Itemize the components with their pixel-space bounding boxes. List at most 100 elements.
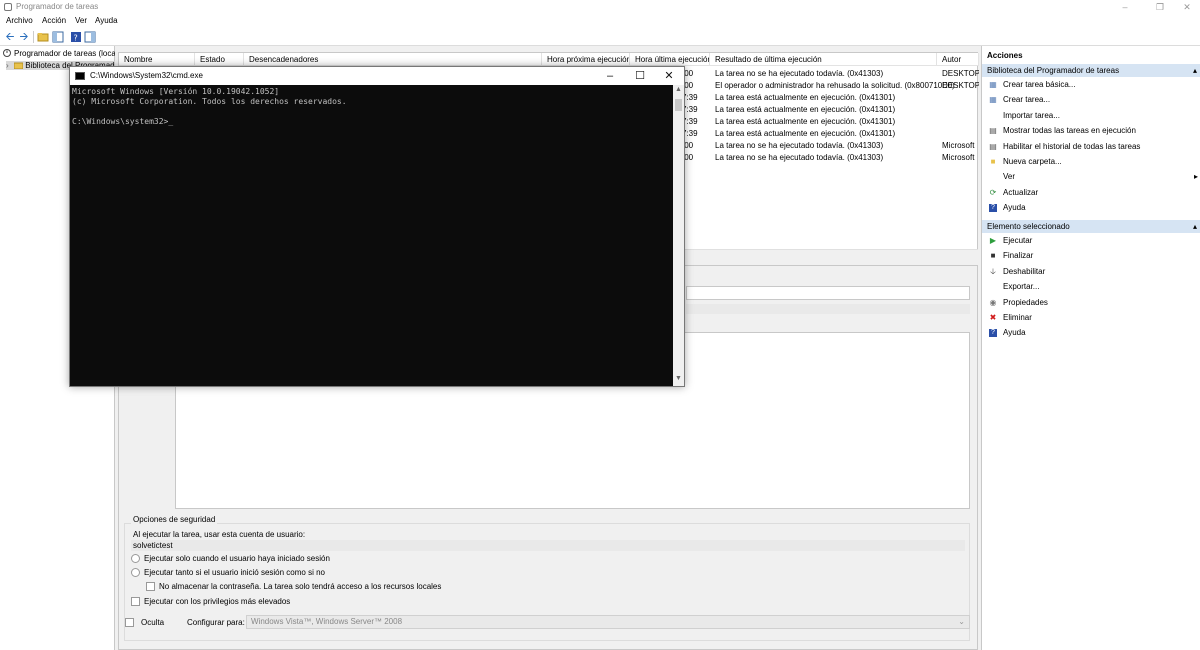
scroll-up-icon[interactable]: ▲	[675, 86, 682, 93]
minimize-button[interactable]: –	[1110, 0, 1140, 14]
action-item[interactable]: ⟳ Actualizar	[982, 186, 1200, 200]
maximize-button[interactable]: ❐	[1145, 0, 1175, 14]
actions-pane: Acciones Biblioteca del Programador de t…	[981, 46, 1200, 650]
highest-privileges-checkbox[interactable]	[131, 597, 140, 606]
column-header-triggers[interactable]: Desencadenadores	[244, 53, 542, 66]
action-item[interactable]: 🡣 Deshabilitar	[982, 265, 1200, 279]
action-item[interactable]: ▦ Crear tarea básica...	[982, 78, 1200, 92]
author-cell: Microsoft	[942, 153, 975, 162]
help-icon: ?	[989, 329, 997, 338]
back-arrow-icon[interactable]: 🡨	[4, 31, 16, 43]
cmd-window[interactable]: C:\Windows\System32\cmd.exe – ☐ ✕ Micros…	[69, 66, 685, 387]
column-header-last-result[interactable]: Resultado de última ejecución	[710, 53, 937, 66]
action-item[interactable]: ? Ayuda	[982, 326, 1200, 340]
cmd-title: C:\Windows\System32\cmd.exe	[90, 71, 203, 80]
run-whether-logged-on-radio[interactable]	[131, 568, 140, 577]
clock-icon	[3, 49, 12, 57]
author-cell: DESKTOP-	[942, 81, 979, 90]
action-label: Propiedades	[1003, 297, 1048, 307]
new-folder-icon: ■	[990, 157, 996, 166]
action-item[interactable]: Importar tarea...	[982, 109, 1200, 123]
properties-icon: ◉	[989, 297, 997, 307]
action-item[interactable]: Ver ▸	[982, 170, 1200, 184]
collapse-icon[interactable]: ▴	[1193, 220, 1197, 233]
column-header-author[interactable]: Autor	[937, 53, 979, 66]
column-header-status[interactable]: Estado	[195, 53, 244, 66]
submenu-arrow-icon: ▸	[1193, 172, 1198, 182]
svg-text:?: ?	[74, 34, 78, 43]
cmd-title-bar[interactable]: C:\Windows\System32\cmd.exe – ☐ ✕	[70, 67, 684, 85]
menu-archivo[interactable]: Archivo	[6, 16, 33, 25]
collapse-icon[interactable]: ▴	[1193, 64, 1197, 77]
cmd-close-button[interactable]: ✕	[654, 67, 684, 85]
cmd-line-version: Microsoft Windows [Versión 10.0.19042.10…	[72, 87, 280, 96]
cmd-console-output[interactable]: Microsoft Windows [Versión 10.0.19042.10…	[72, 87, 347, 127]
menu-ayuda[interactable]: Ayuda	[95, 16, 118, 25]
action-label: Ejecutar	[1003, 236, 1033, 245]
cmd-scrollbar[interactable]: ▲ ▼	[673, 85, 684, 386]
refresh-icon: ⟳	[989, 187, 997, 197]
tree-item-root[interactable]: Programador de tareas (local	[3, 49, 115, 58]
last-result-cell: La tarea no se ha ejecutado todavía. (0x…	[715, 153, 884, 162]
configure-for-select[interactable]: Windows Vista™, Windows Server™ 2008 ⌄	[246, 615, 970, 629]
hidden-label: Oculta	[141, 618, 165, 627]
action-label: Importar tarea...	[1003, 110, 1060, 120]
action-item[interactable]: ? Ayuda	[982, 201, 1200, 215]
actions-section-library-label: Biblioteca del Programador de tareas	[987, 66, 1120, 75]
folder-icon	[13, 61, 24, 70]
create-basic-task-icon: ▦	[989, 80, 997, 89]
configure-for-value: Windows Vista™, Windows Server™ 2008	[251, 617, 403, 626]
show-hide-tree-icon[interactable]	[52, 31, 64, 43]
action-item[interactable]: Exportar...	[982, 280, 1200, 294]
last-result-cell: La tarea no se ha ejecutado todavía. (0x…	[715, 141, 884, 150]
menu-accion[interactable]: Acción	[42, 16, 66, 25]
security-options-label: Opciones de seguridad	[131, 515, 218, 524]
column-header-last-run[interactable]: Hora última ejecución	[630, 53, 710, 66]
running-tasks-icon: ▤	[989, 126, 997, 136]
column-header-name[interactable]: Nombre	[119, 53, 195, 66]
action-item[interactable]: ▤ Mostrar todas las tareas en ejecución	[982, 124, 1200, 138]
menu-ver[interactable]: Ver	[75, 16, 87, 25]
do-not-store-password-checkbox[interactable]	[146, 582, 155, 591]
action-item[interactable]: ▤ Habilitar el historial de todas las tar…	[982, 140, 1200, 154]
help-icon[interactable]: ?	[70, 31, 82, 43]
actions-section-selected[interactable]: Elemento seleccionado ▴	[982, 220, 1200, 233]
action-item[interactable]: ✖ Eliminar	[982, 311, 1200, 325]
last-result-cell: La tarea no se ha ejecutado todavía. (0x…	[715, 69, 884, 78]
forward-arrow-icon[interactable]: 🡪	[18, 31, 30, 43]
delete-icon: ✖	[989, 313, 997, 322]
help-icon: ?	[989, 204, 997, 213]
close-button[interactable]: ✕	[1172, 0, 1200, 14]
column-header-next-run[interactable]: Hora próxima ejecución	[542, 53, 630, 66]
run-only-logged-on-label: Ejecutar solo cuando el usuario haya ini…	[144, 554, 330, 563]
chevron-down-icon: ⌄	[958, 617, 965, 626]
actions-section-library[interactable]: Biblioteca del Programador de tareas ▴	[982, 64, 1200, 77]
detail-field-2	[686, 304, 970, 314]
cmd-scrollbar-thumb[interactable]	[675, 99, 682, 111]
action-item[interactable]: ▦ Crear tarea...	[982, 93, 1200, 107]
toolbar: 🡨 🡪 ?	[0, 28, 1200, 46]
run-as-label: Al ejecutar la tarea, usar esta cuenta d…	[133, 530, 306, 539]
cmd-maximize-button[interactable]: ☐	[625, 67, 655, 85]
action-label: Eliminar	[1003, 313, 1032, 322]
folder-up-icon[interactable]	[37, 31, 49, 43]
scroll-down-icon[interactable]: ▼	[675, 375, 682, 382]
menu-bar: Archivo Acción Ver Ayuda	[0, 14, 1200, 28]
create-task-icon: ▦	[989, 95, 997, 105]
action-item[interactable]: ■ Nueva carpeta...	[982, 155, 1200, 169]
app-icon	[4, 3, 12, 11]
properties-pane-icon[interactable]	[84, 31, 96, 43]
action-label: Exportar...	[1003, 282, 1040, 292]
toolbar-divider	[33, 31, 34, 43]
action-item[interactable]: ▶ Ejecutar	[982, 234, 1200, 248]
action-item[interactable]: ◉ Propiedades	[982, 296, 1200, 310]
author-cell: DESKTOP-	[942, 69, 979, 78]
cmd-minimize-button[interactable]: –	[595, 67, 625, 85]
hidden-checkbox[interactable]	[125, 618, 134, 627]
run-only-logged-on-radio[interactable]	[131, 554, 140, 563]
action-item[interactable]: ■ Finalizar	[982, 249, 1200, 263]
cmd-icon	[75, 72, 85, 80]
detail-field-1[interactable]	[686, 286, 970, 300]
action-label: Ver	[1003, 172, 1016, 182]
author-cell: Microsoft	[942, 141, 975, 150]
